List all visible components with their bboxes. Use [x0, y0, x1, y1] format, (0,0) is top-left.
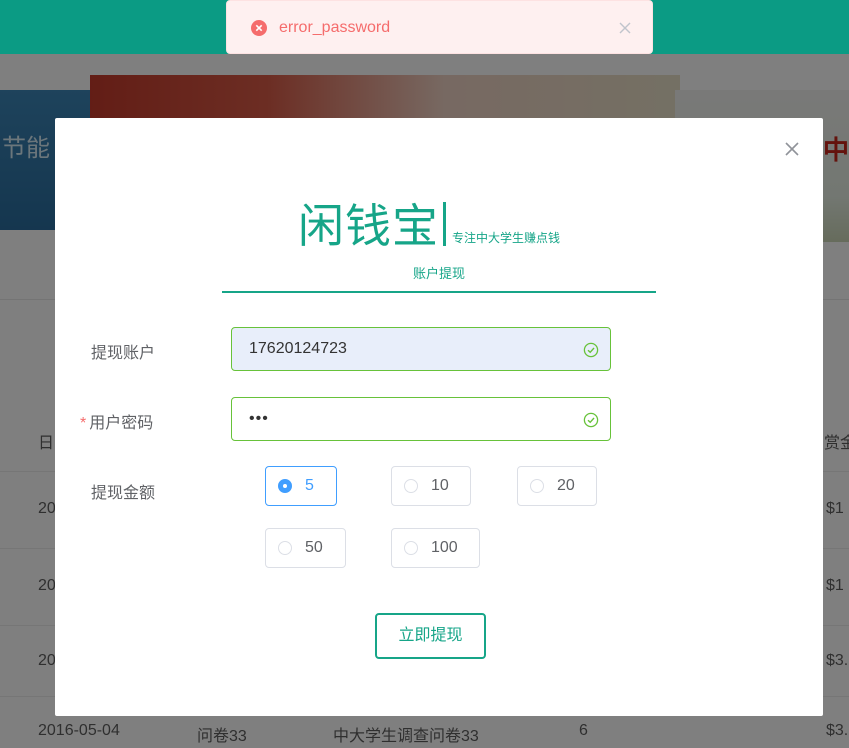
- password-input[interactable]: •••: [231, 397, 611, 441]
- password-input-value: •••: [249, 410, 269, 427]
- account-label-text: 提现账户: [91, 345, 156, 362]
- tab-withdraw[interactable]: 账户提现: [222, 263, 656, 293]
- radio-selected-icon: [278, 479, 292, 493]
- close-icon[interactable]: [783, 140, 801, 158]
- toast-message: error_password: [279, 19, 391, 36]
- brand-name: 闲钱宝: [298, 200, 439, 252]
- amount-option-50[interactable]: 50: [265, 528, 346, 568]
- check-circle-icon: [583, 412, 599, 428]
- amount-option-10[interactable]: 10: [391, 466, 471, 506]
- amount-option-label: 5: [305, 477, 314, 494]
- amount-option-20[interactable]: 20: [517, 466, 597, 506]
- error-toast: error_password: [226, 0, 653, 54]
- amount-option-label: 50: [305, 539, 323, 556]
- radio-unselected-icon: [404, 479, 418, 493]
- radio-unselected-icon: [404, 541, 418, 555]
- amount-option-100[interactable]: 100: [391, 528, 480, 568]
- check-circle-icon: [583, 342, 599, 358]
- brand-logo: 闲钱宝 专注中大学生赚点钱: [298, 190, 560, 256]
- withdraw-dialog: 闲钱宝 专注中大学生赚点钱 账户提现 提现账户 17620124723 * 用户密码…: [55, 118, 823, 716]
- amount-label-text: 提现金额: [91, 485, 156, 502]
- withdraw-submit-button[interactable]: 立即提现: [375, 613, 486, 659]
- brand-separator: [443, 202, 446, 246]
- close-icon[interactable]: [618, 21, 632, 35]
- account-label: 提现账户: [55, 339, 220, 363]
- required-mark: *: [80, 415, 87, 432]
- amount-option-5[interactable]: 5: [265, 466, 337, 506]
- amount-option-label: 20: [557, 477, 575, 494]
- radio-unselected-icon: [278, 541, 292, 555]
- amount-option-label: 10: [431, 477, 449, 494]
- error-circle-icon: [251, 20, 267, 36]
- amount-label: 提现金额: [55, 479, 220, 503]
- brand-slogan: 专注中大学生赚点钱: [452, 231, 561, 245]
- account-input[interactable]: 17620124723: [231, 327, 611, 371]
- radio-unselected-icon: [530, 479, 544, 493]
- password-label-text: 用户密码: [89, 415, 154, 432]
- account-input-value: 17620124723: [249, 340, 347, 357]
- amount-option-label: 100: [431, 539, 458, 556]
- password-label: * 用户密码: [55, 409, 220, 433]
